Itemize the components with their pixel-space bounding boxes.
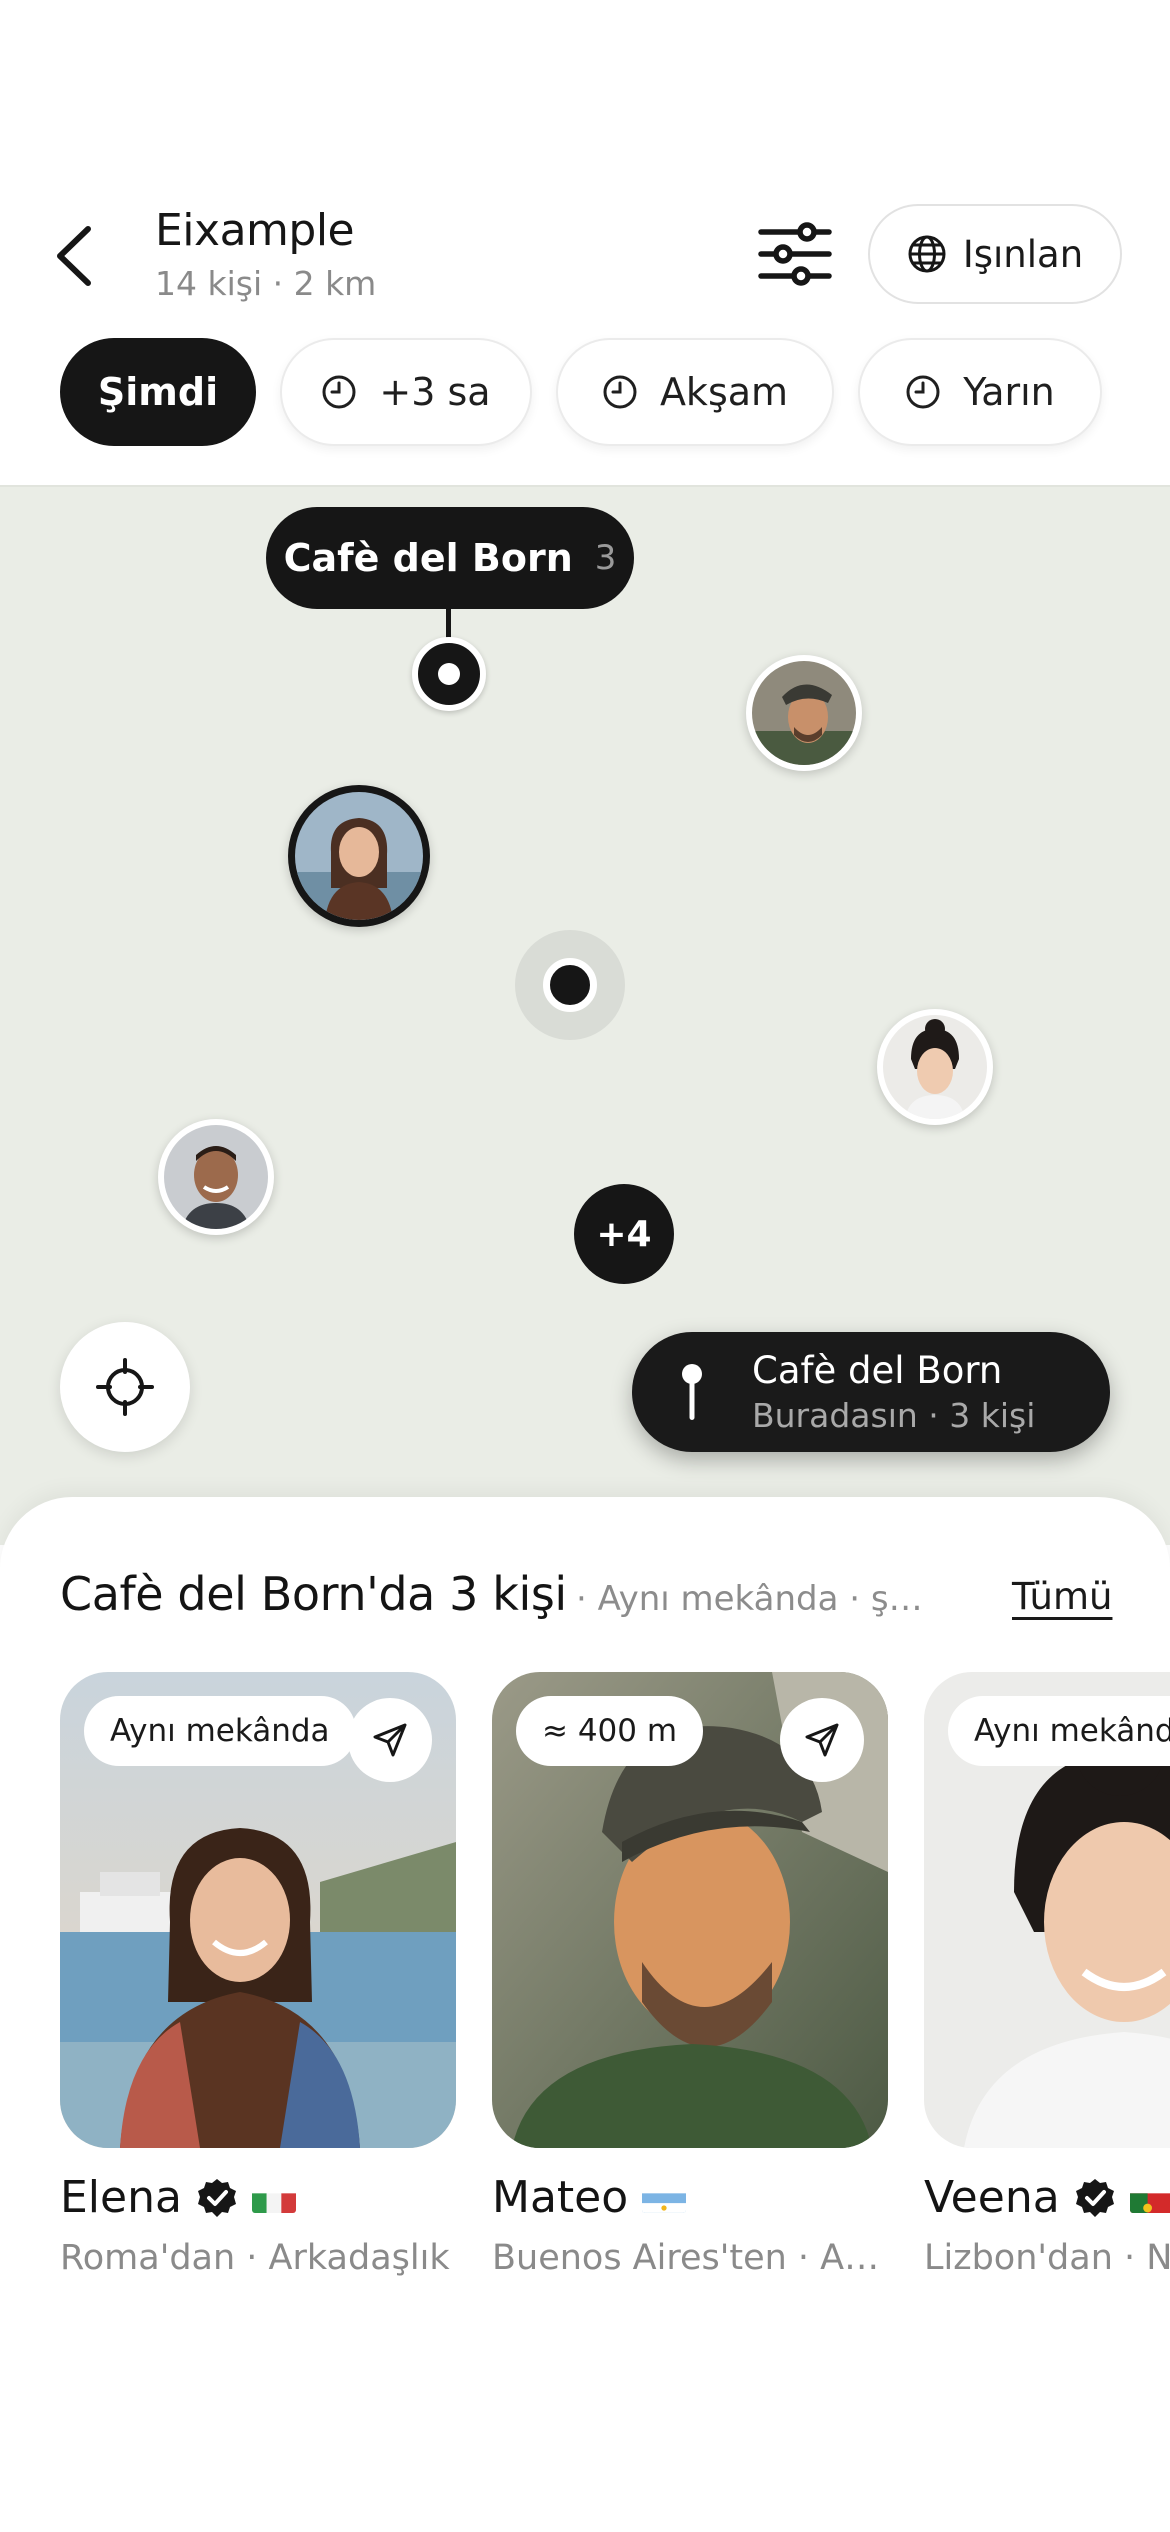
person-photo: Aynı mekânda xyxy=(60,1672,456,2148)
venue-count: 3 xyxy=(594,538,617,578)
map-avatar-person[interactable] xyxy=(158,1119,274,1235)
pin-icon xyxy=(682,1364,702,1420)
teleport-label: Işınlan xyxy=(962,232,1084,276)
person-name: Veena xyxy=(924,2172,1060,2223)
person-card[interactable]: ≈ 400 m Mateo Buenos Aires'ten · Arkadaş… xyxy=(492,1672,888,2278)
send-button[interactable] xyxy=(780,1698,864,1782)
send-icon xyxy=(373,1723,407,1757)
distance-badge: Aynı mekânda xyxy=(948,1696,1170,1766)
current-venue-status: Buradasın · 3 kişi xyxy=(752,1396,1036,1435)
chevron-left-icon xyxy=(57,226,91,286)
person-meta: Lizbon'dan · Networking xyxy=(924,2238,1170,2278)
map[interactable]: Cafè del Born 3 +4 Cafè del Born Buradas… xyxy=(0,485,1170,1545)
avatar-photo xyxy=(295,792,423,920)
clock-icon xyxy=(603,375,637,409)
time-filter-chips: Şimdi +3 sa Akşam Yarın xyxy=(60,338,1102,446)
person-card[interactable]: Aynı mekânda Veena Lizbon'dan · Networki… xyxy=(924,1672,1170,2278)
map-avatar-veena[interactable] xyxy=(877,1009,993,1125)
chip-plus-3-hours[interactable]: +3 sa xyxy=(280,338,532,446)
send-icon xyxy=(805,1723,839,1757)
chip-plus-3-hours-label: +3 sa xyxy=(379,370,491,414)
page-title: Eixample xyxy=(155,205,355,256)
avatar-photo xyxy=(164,1125,268,1229)
teleport-button[interactable]: Işınlan xyxy=(868,204,1122,304)
chip-evening[interactable]: Akşam xyxy=(556,338,834,446)
italy-flag-icon xyxy=(251,2183,296,2213)
verified-badge-icon xyxy=(197,2178,236,2217)
sliders-icon xyxy=(758,222,832,286)
avatar-photo xyxy=(752,661,856,765)
person-photo: Aynı mekânda xyxy=(924,1672,1170,2148)
avatar-photo xyxy=(883,1015,987,1119)
chip-now[interactable]: Şimdi xyxy=(60,338,256,446)
verified-badge-icon xyxy=(1075,2178,1114,2217)
person-photo: ≈ 400 m xyxy=(492,1672,888,2148)
filter-button[interactable] xyxy=(752,214,838,294)
portugal-flag-icon xyxy=(1129,2183,1170,2213)
distance-badge: ≈ 400 m xyxy=(516,1696,704,1766)
person-card[interactable]: Aynı mekânda Elena Roma'dan · Arkadaşlık xyxy=(60,1672,456,2278)
venue-pin[interactable] xyxy=(412,637,486,711)
person-name-row: Mateo xyxy=(492,2172,687,2223)
map-avatar-mateo[interactable] xyxy=(746,655,862,771)
map-avatar-elena[interactable] xyxy=(288,785,430,927)
venue-label[interactable]: Cafè del Born 3 xyxy=(266,507,634,609)
distance-badge: Aynı mekânda xyxy=(84,1696,356,1766)
send-button[interactable] xyxy=(348,1698,432,1782)
sheet-title: Cafè del Born'da 3 kişi xyxy=(60,1567,567,1621)
cluster-marker[interactable]: +4 xyxy=(574,1184,674,1284)
person-name-row: Elena xyxy=(60,2172,296,2223)
current-venue-name: Cafè del Born xyxy=(752,1349,1003,1392)
chip-tomorrow[interactable]: Yarın xyxy=(858,338,1102,446)
see-all-link[interactable]: Tümü xyxy=(1012,1575,1112,1618)
clock-icon xyxy=(906,375,940,409)
person-name-row: Veena xyxy=(924,2172,1170,2223)
header: Eixample 14 kişi · 2 km Işınlan Şimdi +3… xyxy=(0,0,1170,485)
clock-icon xyxy=(322,375,356,409)
person-meta: Roma'dan · Arkadaşlık xyxy=(60,2238,450,2278)
chip-now-label: Şimdi xyxy=(97,370,219,414)
page-subtitle: 14 kişi · 2 km xyxy=(155,264,377,303)
back-button[interactable] xyxy=(44,216,104,296)
crosshair-icon xyxy=(96,1358,154,1416)
chip-tomorrow-label: Yarın xyxy=(963,370,1055,414)
person-name: Mateo xyxy=(492,2172,629,2223)
people-bottom-sheet[interactable]: Cafè del Born'da 3 kişi · Aynı mekânda ·… xyxy=(0,1497,1170,2532)
current-venue-card[interactable]: Cafè del Born Buradasın · 3 kişi xyxy=(632,1332,1110,1452)
person-name: Elena xyxy=(60,2172,182,2223)
person-meta: Buenos Aires'ten · Arkadaşlık xyxy=(492,2238,888,2278)
sheet-subtitle: · Aynı mekânda · şu an xyxy=(576,1579,936,1619)
venue-pin-stem xyxy=(446,607,451,641)
people-carousel[interactable]: Aynı mekânda Elena Roma'dan · Arkadaşlık xyxy=(60,1672,1170,2312)
globe-icon xyxy=(908,235,946,273)
my-location-marker xyxy=(515,930,625,1040)
locate-me-button[interactable] xyxy=(60,1322,190,1452)
venue-name: Cafè del Born xyxy=(283,536,573,580)
argentina-flag-icon xyxy=(642,2183,687,2213)
chip-evening-label: Akşam xyxy=(659,370,789,414)
